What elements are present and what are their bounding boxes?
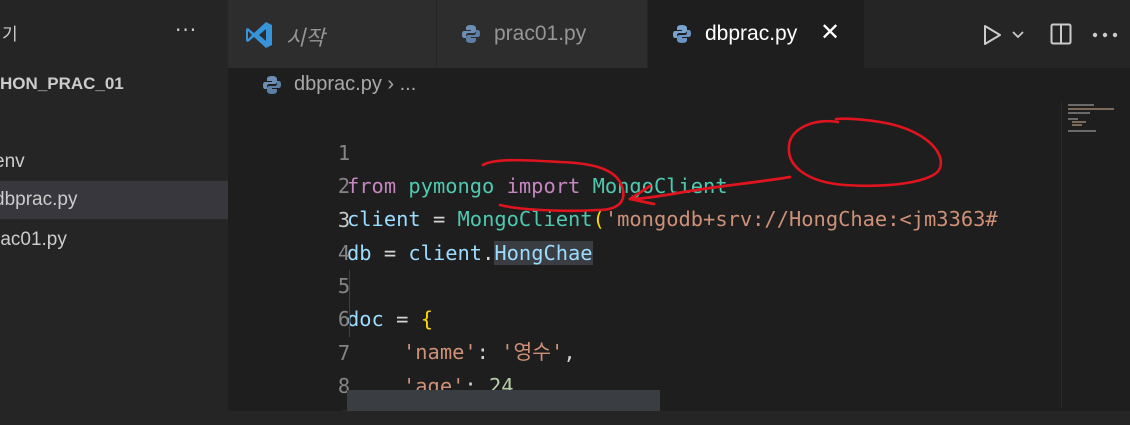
sidebar-item-prac01[interactable]: rac01.py (0, 221, 228, 259)
editor-tab-bar: 시작 prac01.py dbprac.py ✕ (228, 0, 1130, 68)
breadcrumb-path[interactable]: dbprac.py › ... (294, 73, 416, 96)
vscode-icon (246, 22, 272, 48)
code-line: 2 client = MongoClient('mongodb+srv://Ho… (228, 137, 1078, 231)
close-icon[interactable]: ✕ (820, 18, 840, 47)
horizontal-scrollbar[interactable] (228, 411, 1130, 425)
code-line: 7 'age': 24 (228, 304, 1078, 398)
sidebar-item-env[interactable]: env (0, 143, 228, 181)
more-actions-icon[interactable]: ··· (175, 18, 197, 42)
indent-guide (349, 270, 350, 337)
editor-actions (968, 0, 1130, 68)
explorer-title: 기 (2, 25, 18, 45)
tab-welcome[interactable]: 시작 (228, 0, 436, 68)
tab-prac01[interactable]: prac01.py (437, 0, 647, 68)
tab-label: 시작 (286, 27, 325, 50)
tab-label: dbprac.py (705, 22, 798, 45)
python-icon (263, 76, 281, 94)
code-line: 4 (228, 204, 1078, 265)
explorer-sidebar: 기 ··· HON_PRAC_01 i env dbprac.py rac01.… (0, 0, 228, 425)
python-icon (673, 25, 691, 43)
code-line: 8 } (228, 337, 1078, 425)
breadcrumb: dbprac.py › ... (228, 68, 1130, 102)
breadcrumb-file[interactable]: dbprac.py (294, 73, 382, 95)
code-line: 3 db = client.HongChae (228, 171, 1078, 265)
chevron-down-icon[interactable] (1011, 28, 1025, 42)
sidebar-item-label: rac01.py (0, 229, 67, 250)
run-icon[interactable] (980, 23, 1004, 47)
workspace-folder[interactable]: HON_PRAC_01 (0, 74, 124, 94)
explorer-header: 기 ··· (0, 0, 228, 68)
sidebar-item-label: env (0, 151, 25, 172)
minimap[interactable] (1061, 102, 1130, 408)
sidebar-item-dbprac[interactable]: dbprac.py (0, 181, 228, 219)
more-actions-icon[interactable] (1092, 31, 1118, 39)
code-line: 5 doc = { (228, 237, 1078, 331)
code-line: 6 'name': '영수', (228, 270, 1078, 364)
sticky-line-highlight (347, 390, 660, 412)
breadcrumb-symbol[interactable]: ... (400, 73, 417, 95)
code-line: 1 from pymongo import MongoClient (228, 104, 1078, 198)
tab-dbprac[interactable]: dbprac.py ✕ (648, 0, 864, 68)
breadcrumb-separator: › (381, 73, 400, 95)
tab-label: prac01.py (494, 22, 587, 45)
python-icon (462, 25, 480, 43)
sidebar-item-label: dbprac.py (0, 189, 78, 210)
sidebar-item-venv-partial[interactable]: i (0, 103, 228, 141)
code-editor[interactable]: 1 from pymongo import MongoClient 2 clie… (228, 102, 1130, 425)
split-editor-icon[interactable] (1049, 22, 1073, 46)
